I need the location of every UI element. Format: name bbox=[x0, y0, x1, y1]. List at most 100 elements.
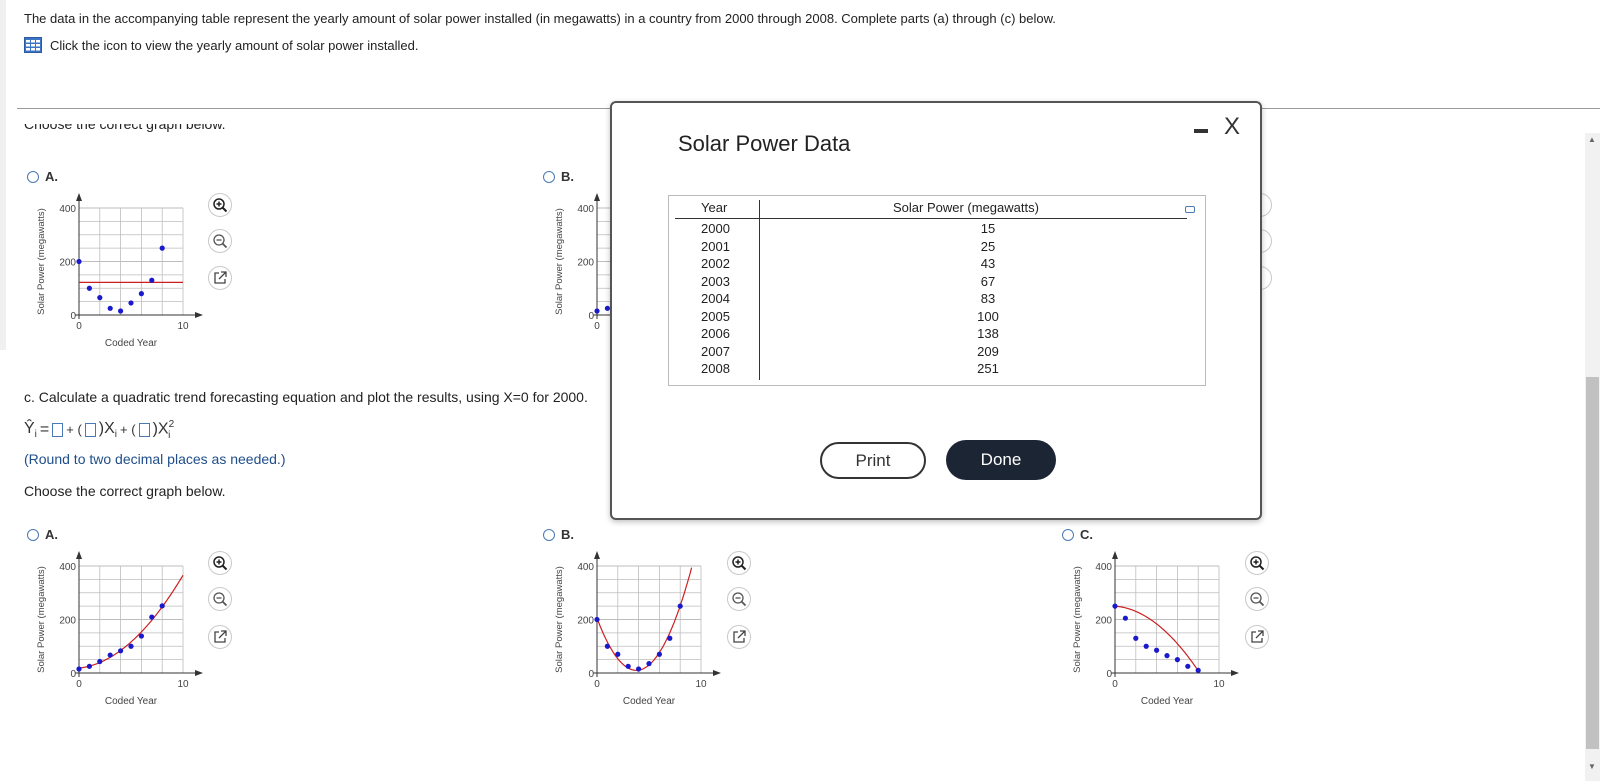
coefficient-c-input[interactable] bbox=[138, 422, 150, 437]
popout-button[interactable] bbox=[208, 625, 232, 649]
popout-button[interactable] bbox=[727, 625, 751, 649]
partc-prompt: c. Calculate a quadratic trend forecasti… bbox=[24, 389, 588, 405]
coefficient-a-input[interactable] bbox=[52, 422, 64, 437]
data-point bbox=[107, 305, 113, 311]
radio-button[interactable] bbox=[27, 170, 39, 183]
data-point bbox=[76, 666, 82, 672]
close-icon[interactable]: X bbox=[1224, 115, 1240, 139]
table-cell-year: 2003 bbox=[701, 273, 730, 289]
zoom-in-button[interactable] bbox=[1245, 551, 1269, 575]
y-tick-label: 200 bbox=[577, 616, 594, 627]
data-point bbox=[1154, 647, 1160, 653]
left-edge-strip bbox=[0, 0, 6, 350]
expand-table-icon[interactable] bbox=[1185, 206, 1195, 213]
solar-power-data-dialog: Solar Power Data X Year Solar Power (meg… bbox=[610, 101, 1262, 520]
data-point bbox=[138, 291, 144, 297]
table-link-row[interactable]: Click the icon to view the yearly amount… bbox=[24, 37, 419, 53]
y-tick-label: 400 bbox=[577, 204, 594, 215]
print-button[interactable]: Print bbox=[820, 442, 926, 479]
x-tick-label: 10 bbox=[1213, 679, 1225, 690]
data-point bbox=[677, 603, 683, 609]
table-cell-power: 43 bbox=[980, 256, 996, 271]
data-point bbox=[159, 245, 165, 251]
column-header-year: Year bbox=[701, 200, 728, 215]
data-point bbox=[128, 643, 134, 649]
partc-option-a[interactable]: A. bbox=[27, 527, 58, 542]
partc-option-c[interactable]: C. bbox=[1062, 527, 1093, 542]
zoom-out-button[interactable] bbox=[1245, 587, 1269, 611]
radio-button[interactable] bbox=[27, 528, 39, 541]
x-axis-arrow bbox=[195, 670, 203, 676]
zoom-out-button[interactable] bbox=[208, 587, 232, 611]
y-tick-label: 400 bbox=[59, 204, 76, 215]
zoom-out-button[interactable] bbox=[727, 587, 751, 611]
zoom-in-button[interactable] bbox=[208, 551, 232, 575]
coefficient-b-input[interactable] bbox=[84, 422, 96, 437]
x-tick-label: 0 bbox=[76, 321, 82, 332]
header-rule bbox=[675, 218, 1187, 219]
table-cell-year: 2000 bbox=[701, 221, 730, 236]
zoom-out-button[interactable] bbox=[208, 229, 232, 253]
data-point bbox=[128, 300, 134, 306]
zoom-in-icon bbox=[1250, 556, 1265, 571]
data-point bbox=[667, 635, 673, 641]
graph-c-c: 400 200 0 0 10 Coded Year Solar Power (megawat… bbox=[1066, 548, 1246, 723]
y-tick-label: 200 bbox=[1095, 616, 1112, 627]
radio-button[interactable] bbox=[543, 528, 555, 541]
table-cell-year: 2007 bbox=[701, 343, 730, 359]
minimize-icon[interactable] bbox=[1194, 129, 1208, 133]
data-point bbox=[149, 614, 155, 620]
radio-button[interactable] bbox=[543, 170, 555, 183]
partb-option-a[interactable]: A. bbox=[27, 169, 58, 184]
data-point bbox=[76, 258, 82, 265]
y-axis-title: Solar Power (megawatts) bbox=[36, 566, 47, 673]
x-tick-label: 0 bbox=[1112, 679, 1118, 690]
zoom-in-button[interactable] bbox=[727, 551, 751, 575]
zoom-out-icon bbox=[213, 592, 228, 607]
table-cell-power: 83 bbox=[980, 291, 996, 306]
x-tick-label: 0 bbox=[594, 679, 600, 690]
dialog-title: Solar Power Data bbox=[678, 131, 851, 156]
data-point bbox=[118, 648, 124, 654]
option-label: A. bbox=[45, 169, 58, 184]
done-button[interactable]: Done bbox=[946, 440, 1056, 480]
zoom-in-icon bbox=[732, 556, 747, 571]
option-label: A. bbox=[45, 527, 58, 542]
data-point bbox=[636, 666, 642, 672]
data-point bbox=[604, 643, 610, 649]
question-intro: The data in the accompanying table repre… bbox=[24, 11, 1056, 26]
data-point bbox=[149, 277, 155, 283]
x-axis-arrow bbox=[195, 312, 203, 318]
zoom-in-button[interactable] bbox=[208, 193, 232, 217]
popout-button[interactable] bbox=[1245, 625, 1269, 649]
chart-svg: 4002000010Coded YearSolar Power (megawat… bbox=[36, 193, 203, 349]
table-cell-year: 2001 bbox=[701, 238, 730, 254]
data-point bbox=[138, 633, 144, 639]
table-icon[interactable] bbox=[24, 37, 42, 53]
zoom-out-icon bbox=[732, 592, 747, 607]
table-cell-year: 2002 bbox=[701, 256, 730, 271]
y-tick-label: 400 bbox=[59, 562, 76, 573]
option-label: B. bbox=[561, 169, 574, 184]
scroll-down-arrow-icon[interactable]: ▼ bbox=[1588, 762, 1596, 771]
popout-button[interactable] bbox=[208, 266, 232, 290]
table-cell-year: 2004 bbox=[701, 291, 730, 306]
table-cell-power: 138 bbox=[977, 326, 999, 341]
table-cell-year: 2006 bbox=[701, 326, 730, 341]
table-link-text[interactable]: Click the icon to view the yearly amount… bbox=[50, 38, 419, 53]
radio-button[interactable] bbox=[1062, 528, 1074, 541]
partb-option-b[interactable]: B. bbox=[543, 169, 574, 184]
data-point bbox=[86, 285, 92, 291]
data-point bbox=[1174, 657, 1180, 663]
table-cell-power: 67 bbox=[980, 273, 996, 289]
y-axis-title: Solar Power (megawatts) bbox=[1072, 566, 1083, 673]
y-axis-arrow bbox=[76, 551, 82, 559]
rounding-note: (Round to two decimal places as needed.) bbox=[24, 451, 286, 467]
scrollbar-thumb[interactable] bbox=[1586, 377, 1599, 749]
trend-curve bbox=[596, 567, 693, 671]
zoom-out-icon bbox=[1250, 592, 1265, 607]
graph-b-b: 4002000010Coded YearSolar Power (megawat… bbox=[548, 190, 610, 365]
choose-graph-label: Choose the correct graph below. bbox=[24, 483, 226, 499]
scroll-up-arrow-icon[interactable]: ▲ bbox=[1588, 135, 1596, 144]
partc-option-b[interactable]: B. bbox=[543, 527, 574, 542]
